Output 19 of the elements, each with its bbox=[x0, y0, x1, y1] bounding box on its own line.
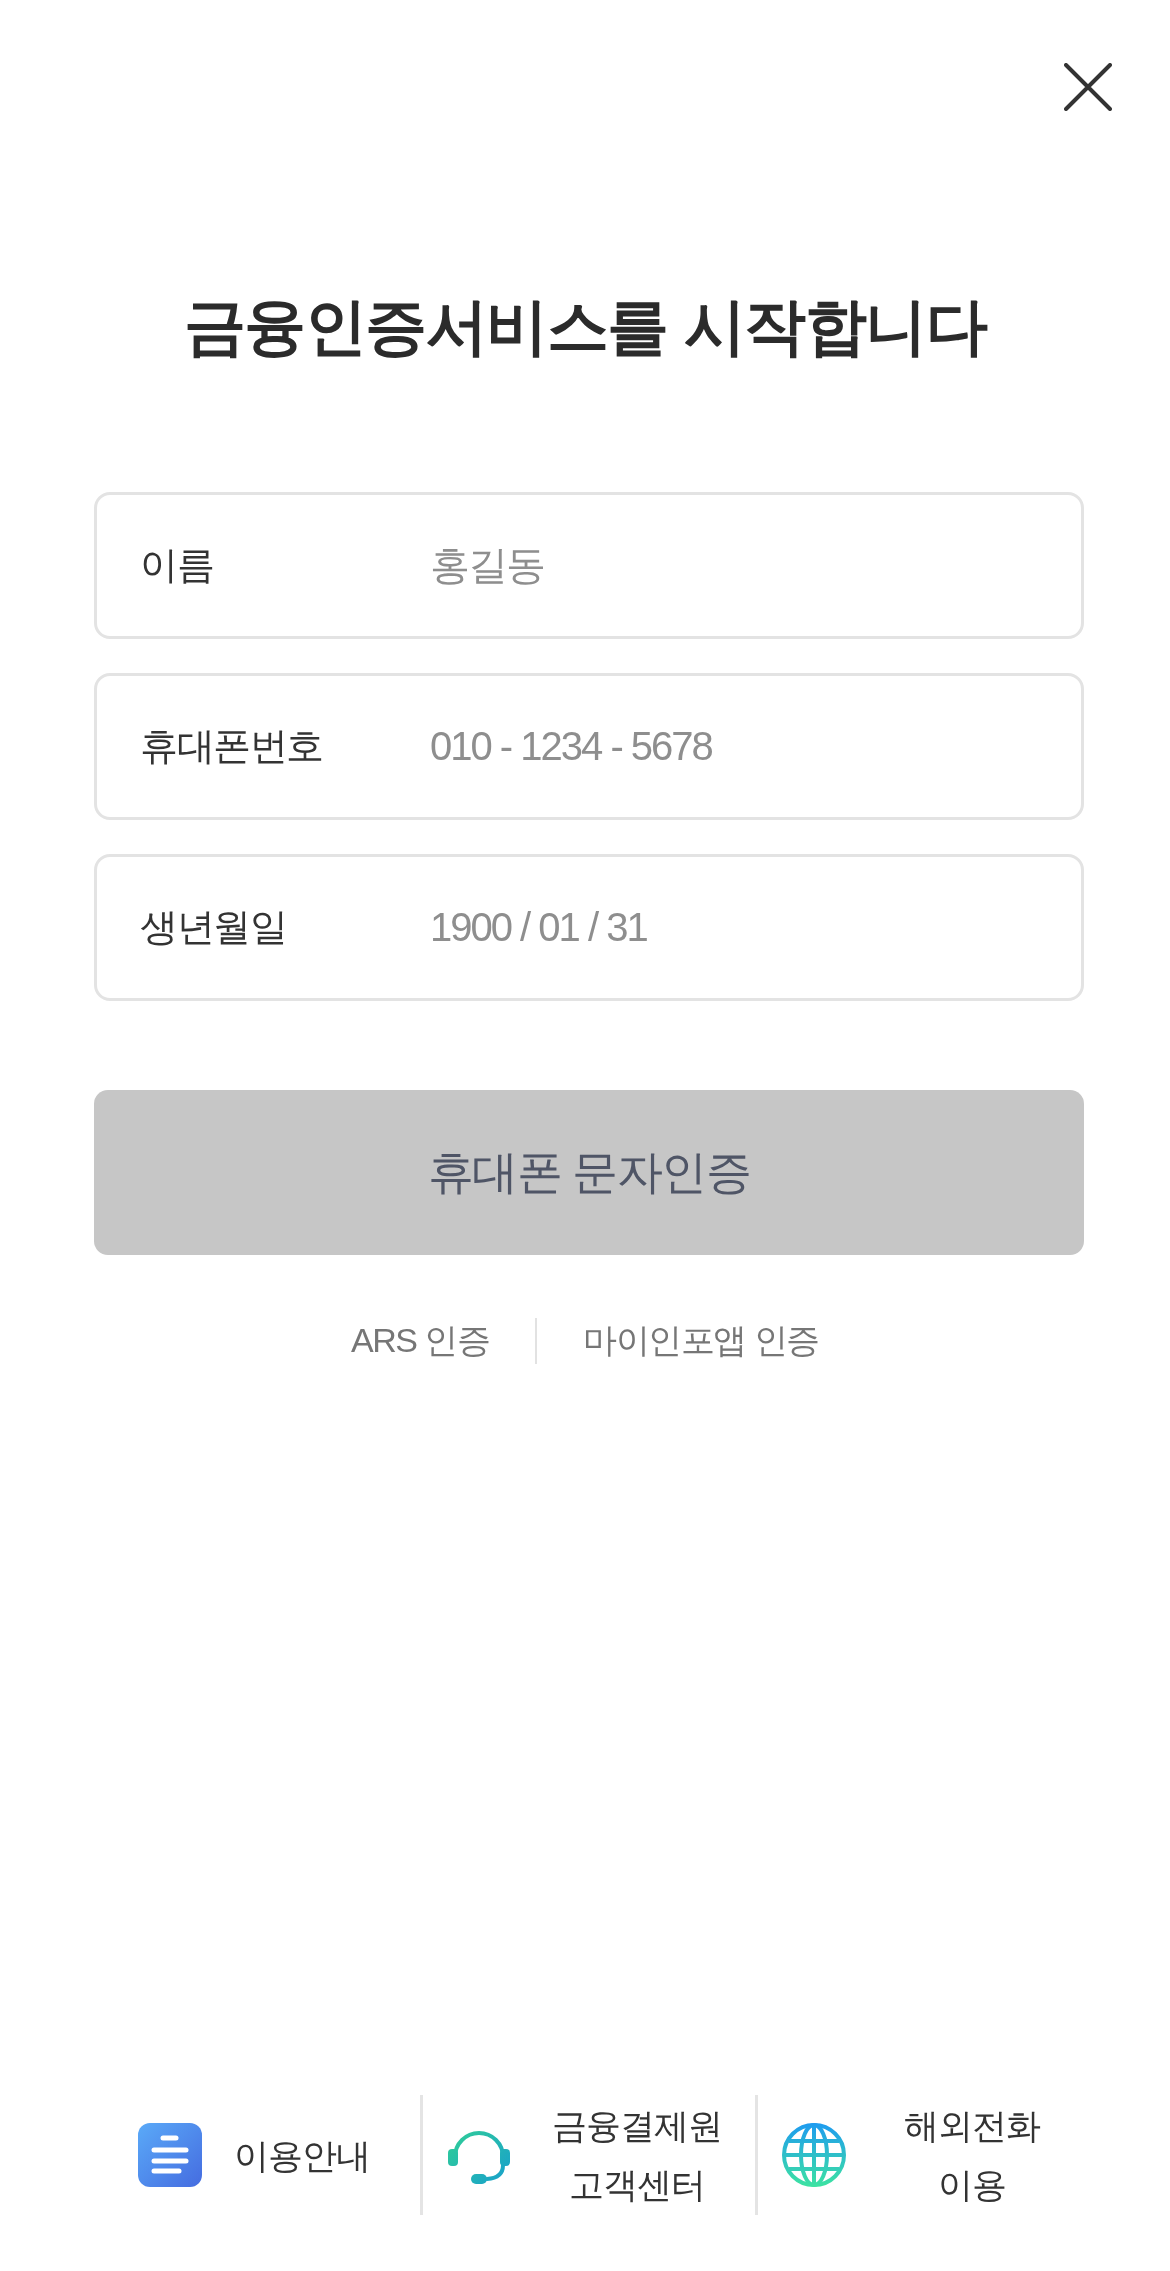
auth-method-link[interactable]: 마이인포앱 인증 bbox=[583, 1318, 819, 1364]
auth-method-link[interactable]: ARS 인증 bbox=[351, 1318, 490, 1364]
document-icon bbox=[138, 2123, 202, 2187]
input-field[interactable]: 이름 홍길동 bbox=[94, 492, 1084, 639]
close-button[interactable] bbox=[1064, 63, 1112, 111]
text-input[interactable]: 1900 / 01 / 31 bbox=[430, 897, 1041, 958]
footer-link[interactable]: 이용안내 bbox=[88, 2095, 420, 2215]
input-field[interactable]: 휴대폰번호 010 - 1234 - 5678 bbox=[94, 673, 1084, 820]
footer-link[interactable]: 금융결제원 고객센터 bbox=[423, 2095, 755, 2215]
text-input[interactable]: 홍길동 bbox=[430, 535, 1041, 596]
globe-icon bbox=[781, 2123, 846, 2187]
field-label: 생년월일 bbox=[140, 905, 287, 950]
page-title: 금융인증서비스를 시작합니다 bbox=[182, 291, 988, 363]
field-label: 이름 bbox=[140, 543, 214, 588]
close-icon bbox=[1064, 63, 1112, 111]
text-input[interactable]: 010 - 1234 - 5678 bbox=[430, 716, 1041, 777]
input-field[interactable]: 생년월일 1900 / 01 / 31 bbox=[94, 854, 1084, 1001]
field-label: 휴대폰번호 bbox=[140, 724, 324, 769]
footer-link[interactable]: 해외전화 이용 bbox=[758, 2095, 1090, 2215]
